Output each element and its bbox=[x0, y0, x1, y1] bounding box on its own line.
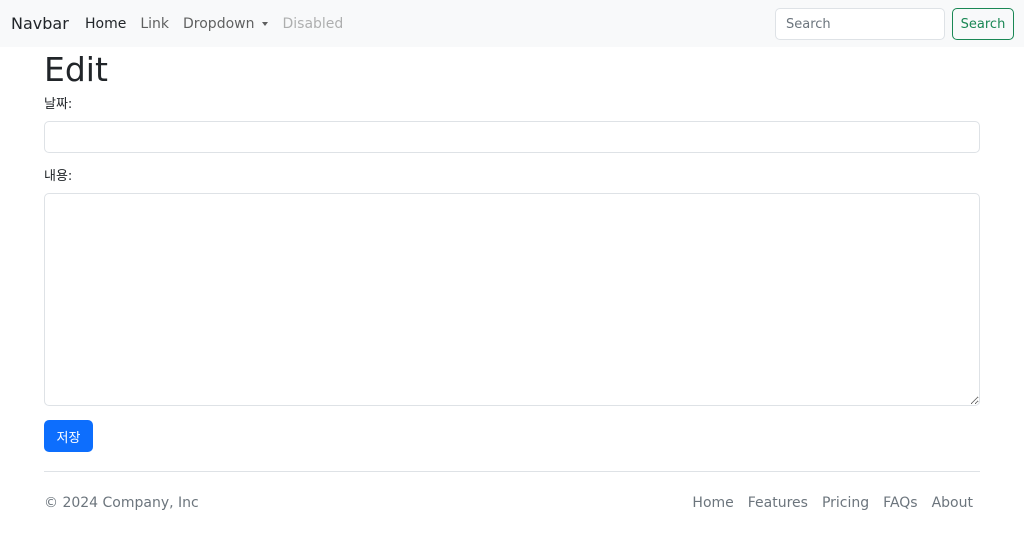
navbar: Navbar Home Link Dropdown Disabled Searc… bbox=[0, 0, 1024, 47]
nav-link-home[interactable]: Home bbox=[85, 15, 126, 33]
footer-link-features[interactable]: Features bbox=[748, 494, 808, 512]
footer-link-home[interactable]: Home bbox=[692, 494, 733, 512]
page-title: Edit bbox=[44, 50, 108, 89]
nav-link-link[interactable]: Link bbox=[140, 15, 169, 33]
footer-divider bbox=[44, 471, 980, 472]
navbar-nav: Home Link Dropdown Disabled bbox=[85, 15, 357, 33]
footer-link-pricing[interactable]: Pricing bbox=[822, 494, 869, 512]
navbar-brand[interactable]: Navbar bbox=[11, 14, 69, 34]
nav-link-dropdown[interactable]: Dropdown bbox=[183, 15, 269, 33]
footer-copyright: © 2024 Company, Inc bbox=[44, 495, 199, 511]
nav-link-disabled: Disabled bbox=[282, 16, 344, 32]
content-textarea[interactable] bbox=[44, 193, 980, 406]
date-field[interactable] bbox=[44, 121, 980, 153]
footer-link-about[interactable]: About bbox=[932, 494, 973, 512]
content-label: 내용: bbox=[44, 169, 73, 184]
save-button[interactable]: 저장 bbox=[44, 420, 93, 452]
search-button[interactable]: Search bbox=[952, 8, 1014, 40]
search-input[interactable] bbox=[775, 8, 945, 40]
footer-link-faqs[interactable]: FAQs bbox=[883, 494, 917, 512]
caret-down-icon bbox=[262, 22, 269, 26]
footer-nav: Home Features Pricing FAQs About bbox=[678, 494, 973, 512]
date-label: 날짜: bbox=[44, 97, 73, 112]
nav-link-dropdown-label: Dropdown bbox=[183, 16, 255, 32]
